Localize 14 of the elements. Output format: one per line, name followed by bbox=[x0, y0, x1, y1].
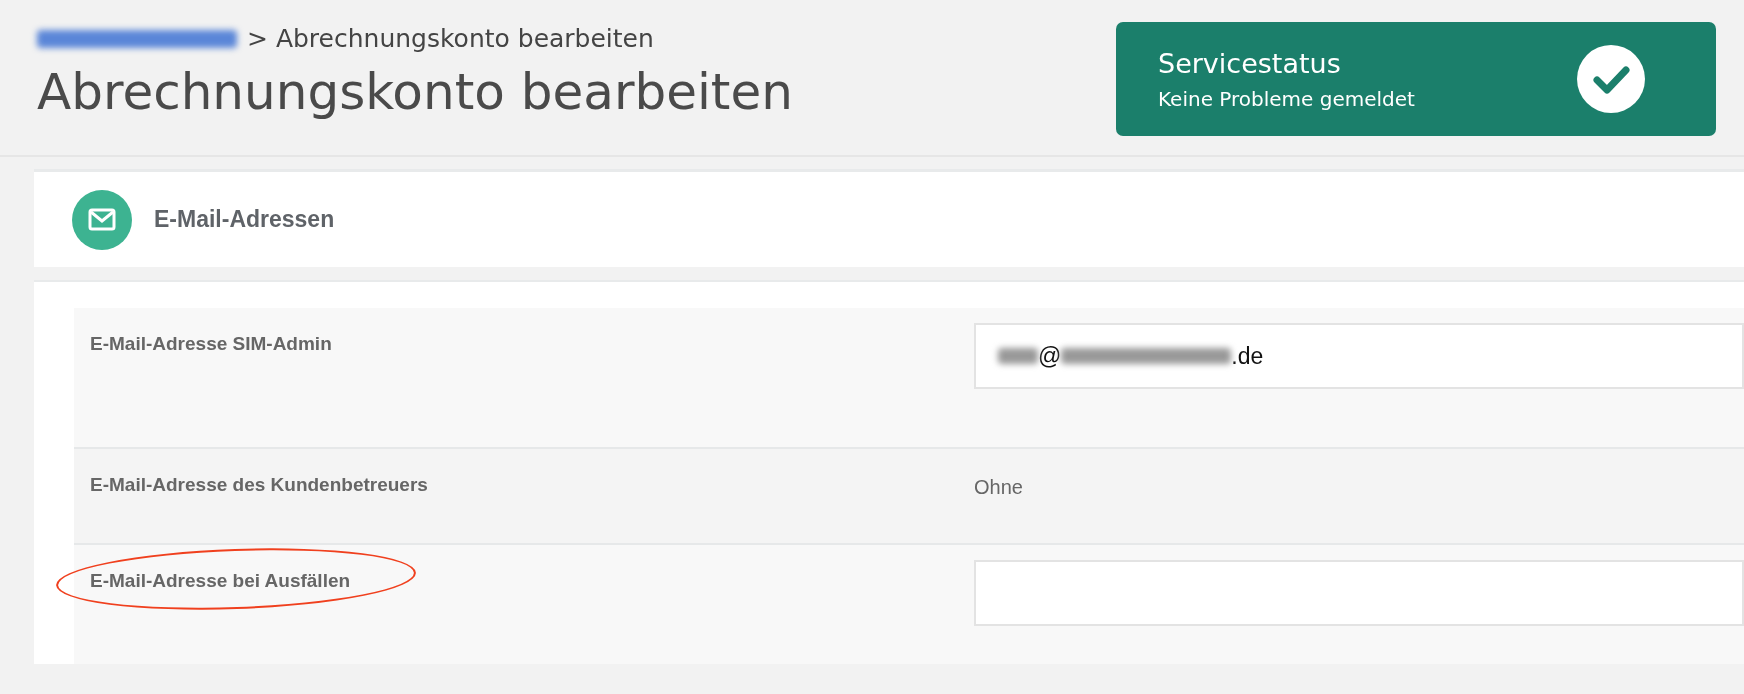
page-title: Abrechnungskonto bearbeiten bbox=[37, 63, 793, 121]
envelope-icon bbox=[72, 189, 132, 250]
section-title: E-Mail-Adressen bbox=[154, 206, 335, 233]
redacted-text bbox=[998, 348, 1038, 364]
field-label: E-Mail-Adresse SIM-Admin bbox=[89, 332, 332, 355]
field-value: Ohne bbox=[974, 475, 1023, 499]
field-label: E-Mail-Adresse des Kundenbetreuers bbox=[89, 473, 428, 496]
email-input-field[interactable]: @ .de bbox=[974, 323, 1744, 389]
status-message: Keine Probleme gemeldet bbox=[1158, 86, 1415, 111]
status-title: Servicestatus bbox=[1158, 47, 1342, 79]
email-input-field[interactable] bbox=[974, 560, 1744, 626]
breadcrumb-current: > Abrechnungskonto bearbeiten bbox=[247, 24, 654, 53]
field-label: E-Mail-Adresse bei Ausfällen bbox=[89, 569, 351, 592]
redacted-breadcrumb-link[interactable] bbox=[37, 29, 237, 48]
